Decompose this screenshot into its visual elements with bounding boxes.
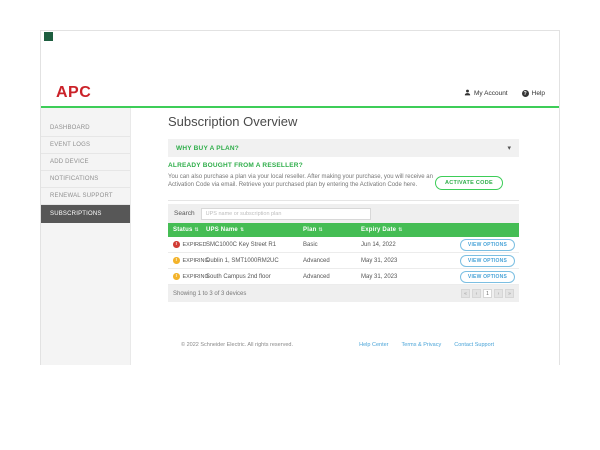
ups-name-cell: Dublin 1, SMT1000RM2UC: [206, 258, 303, 264]
page-title: Subscription Overview: [168, 114, 297, 129]
view-options-button[interactable]: VIEW OPTIONS: [460, 271, 515, 283]
pagination-prev-button[interactable]: ‹: [472, 289, 481, 298]
pagination-last-button[interactable]: »: [505, 289, 514, 298]
sidebar-item-renewal-support[interactable]: RENEWAL SUPPORT: [41, 188, 130, 205]
results-summary: Showing 1 to 3 of 3 devices: [173, 291, 246, 297]
sidebar-item-event-logs[interactable]: EVENT LOGS: [41, 137, 130, 154]
plan-cell: Advanced: [303, 274, 361, 280]
table-footer: Showing 1 to 3 of 3 devices « ‹ 1 › »: [168, 285, 519, 302]
account-area: My Account ? Help: [464, 89, 545, 98]
column-header-label: Expiry Date: [361, 227, 396, 233]
column-header-label: Plan: [303, 227, 316, 233]
page-footer: © 2022 Schneider Electric. All rights re…: [131, 342, 559, 348]
status-badge: EXPIRING: [183, 274, 209, 280]
plan-cell: Basic: [303, 242, 361, 248]
reseller-heading: ALREADY BOUGHT FROM A RESELLER?: [168, 162, 519, 169]
expiry-date-cell: Jun 14, 2022: [361, 242, 438, 248]
sort-icon: ⇅: [240, 227, 244, 233]
sort-icon: ⇅: [398, 227, 402, 233]
plan-cell: Advanced: [303, 258, 361, 264]
status-cell: EXPIRED: [168, 241, 206, 248]
activate-code-button[interactable]: ACTIVATE CODE: [435, 176, 503, 190]
table-row: EXPIRING South Campus 2nd floor Advanced…: [168, 269, 519, 285]
sidebar-item-notifications[interactable]: NOTIFICATIONS: [41, 171, 130, 188]
search-bar: Search: [168, 204, 519, 223]
column-header-status[interactable]: Status ⇅: [168, 227, 206, 233]
column-header-label: UPS Name: [206, 227, 238, 233]
sidebar-item-subscriptions[interactable]: SUBSCRIPTIONS: [41, 205, 130, 223]
contact-support-link[interactable]: Contact Support: [454, 342, 494, 348]
sort-icon: ⇅: [195, 227, 199, 233]
sidebar-item-add-device[interactable]: ADD DEVICE: [41, 154, 130, 171]
pagination-next-button[interactable]: ›: [494, 289, 503, 298]
pagination: « ‹ 1 › »: [461, 289, 514, 298]
subscriptions-table: Status ⇅ UPS Name ⇅ Plan ⇅ Expiry Date ⇅: [168, 223, 519, 302]
reseller-description: You can also purchase a plan via your lo…: [168, 173, 450, 189]
ups-name-cell: SMC1000C Key Street R1: [206, 242, 303, 248]
expiry-date-cell: May 31, 2023: [361, 274, 438, 280]
view-options-button[interactable]: VIEW OPTIONS: [460, 239, 515, 251]
main-content: Subscription Overview WHY BUY A PLAN? ▾ …: [131, 108, 559, 365]
table-row: EXPIRING Dublin 1, SMT1000RM2UC Advanced…: [168, 253, 519, 269]
my-account-button[interactable]: My Account: [464, 89, 508, 98]
table-header-row: Status ⇅ UPS Name ⇅ Plan ⇅ Expiry Date ⇅: [168, 223, 519, 237]
app-window: APC My Account ? Help DASHBOARD EVENT LO…: [40, 30, 560, 365]
column-header-ups-name[interactable]: UPS Name ⇅: [206, 227, 303, 233]
expiring-status-icon: [173, 257, 180, 264]
pagination-first-button[interactable]: «: [461, 289, 470, 298]
expiring-status-icon: [173, 273, 180, 280]
sidebar-nav: DASHBOARD EVENT LOGS ADD DEVICE NOTIFICA…: [41, 108, 131, 365]
why-buy-plan-accordion[interactable]: WHY BUY A PLAN? ▾: [168, 139, 519, 157]
reseller-section: ALREADY BOUGHT FROM A RESELLER? You can …: [168, 162, 519, 189]
view-options-button[interactable]: VIEW OPTIONS: [460, 255, 515, 267]
status-cell: EXPIRING: [168, 257, 206, 264]
expiry-date-cell: May 31, 2023: [361, 258, 438, 264]
help-icon: ?: [522, 90, 529, 97]
help-button[interactable]: ? Help: [522, 90, 545, 97]
status-badge: EXPIRED: [183, 242, 207, 248]
copyright-text: © 2022 Schneider Electric. All rights re…: [181, 342, 293, 348]
help-label: Help: [532, 90, 545, 97]
why-buy-plan-label: WHY BUY A PLAN?: [176, 145, 239, 152]
table-row: EXPIRED SMC1000C Key Street R1 Basic Jun…: [168, 237, 519, 253]
help-center-link[interactable]: Help Center: [359, 342, 388, 348]
sort-icon: ⇅: [318, 227, 322, 233]
search-input[interactable]: [201, 208, 371, 220]
section-divider: [168, 200, 519, 201]
apc-logo: APC: [56, 84, 91, 102]
my-account-label: My Account: [474, 90, 508, 97]
terms-privacy-link[interactable]: Terms & Privacy: [402, 342, 442, 348]
ups-name-cell: South Campus 2nd floor: [206, 274, 303, 280]
status-badge: EXPIRING: [183, 258, 209, 264]
column-header-expiry-date[interactable]: Expiry Date ⇅: [361, 227, 438, 233]
footer-links: Help Center Terms & Privacy Contact Supp…: [359, 342, 494, 348]
status-cell: EXPIRING: [168, 273, 206, 280]
sidebar-item-dashboard[interactable]: DASHBOARD: [41, 120, 130, 137]
column-header-plan[interactable]: Plan ⇅: [303, 227, 361, 233]
person-icon: [464, 89, 471, 98]
chevron-down-icon: ▾: [507, 144, 511, 152]
app-header: APC My Account ? Help: [41, 31, 559, 106]
pagination-page-1-button[interactable]: 1: [483, 289, 492, 298]
column-header-label: Status: [173, 227, 193, 233]
search-label: Search: [174, 210, 195, 217]
expired-status-icon: [173, 241, 180, 248]
